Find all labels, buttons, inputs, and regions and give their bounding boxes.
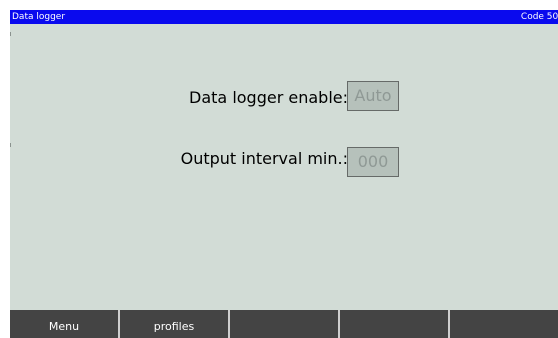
softkey-menu[interactable]: Menu: [10, 310, 120, 338]
output-interval-field[interactable]: 000: [347, 147, 399, 177]
title-bar: Data logger Code 500: [10, 10, 558, 24]
softkey-bar: Menu profiles: [10, 310, 558, 338]
screen-edge-mark: [10, 32, 11, 36]
output-interval-label: Output interval min.:: [180, 149, 348, 168]
softkey-4[interactable]: [340, 310, 450, 338]
data-logger-screen: Data logger Code 500 Data logger enable:…: [10, 10, 558, 338]
softkey-3[interactable]: [230, 310, 340, 338]
screen-code: Code 500: [520, 12, 558, 22]
screen-edge-mark: [10, 143, 11, 147]
data-logger-enable-field[interactable]: Auto: [347, 81, 399, 111]
softkey-5[interactable]: [450, 310, 558, 338]
softkey-profiles[interactable]: profiles: [120, 310, 230, 338]
data-logger-enable-label: Data logger enable:: [189, 88, 348, 107]
screen-title: Data logger: [12, 12, 66, 22]
